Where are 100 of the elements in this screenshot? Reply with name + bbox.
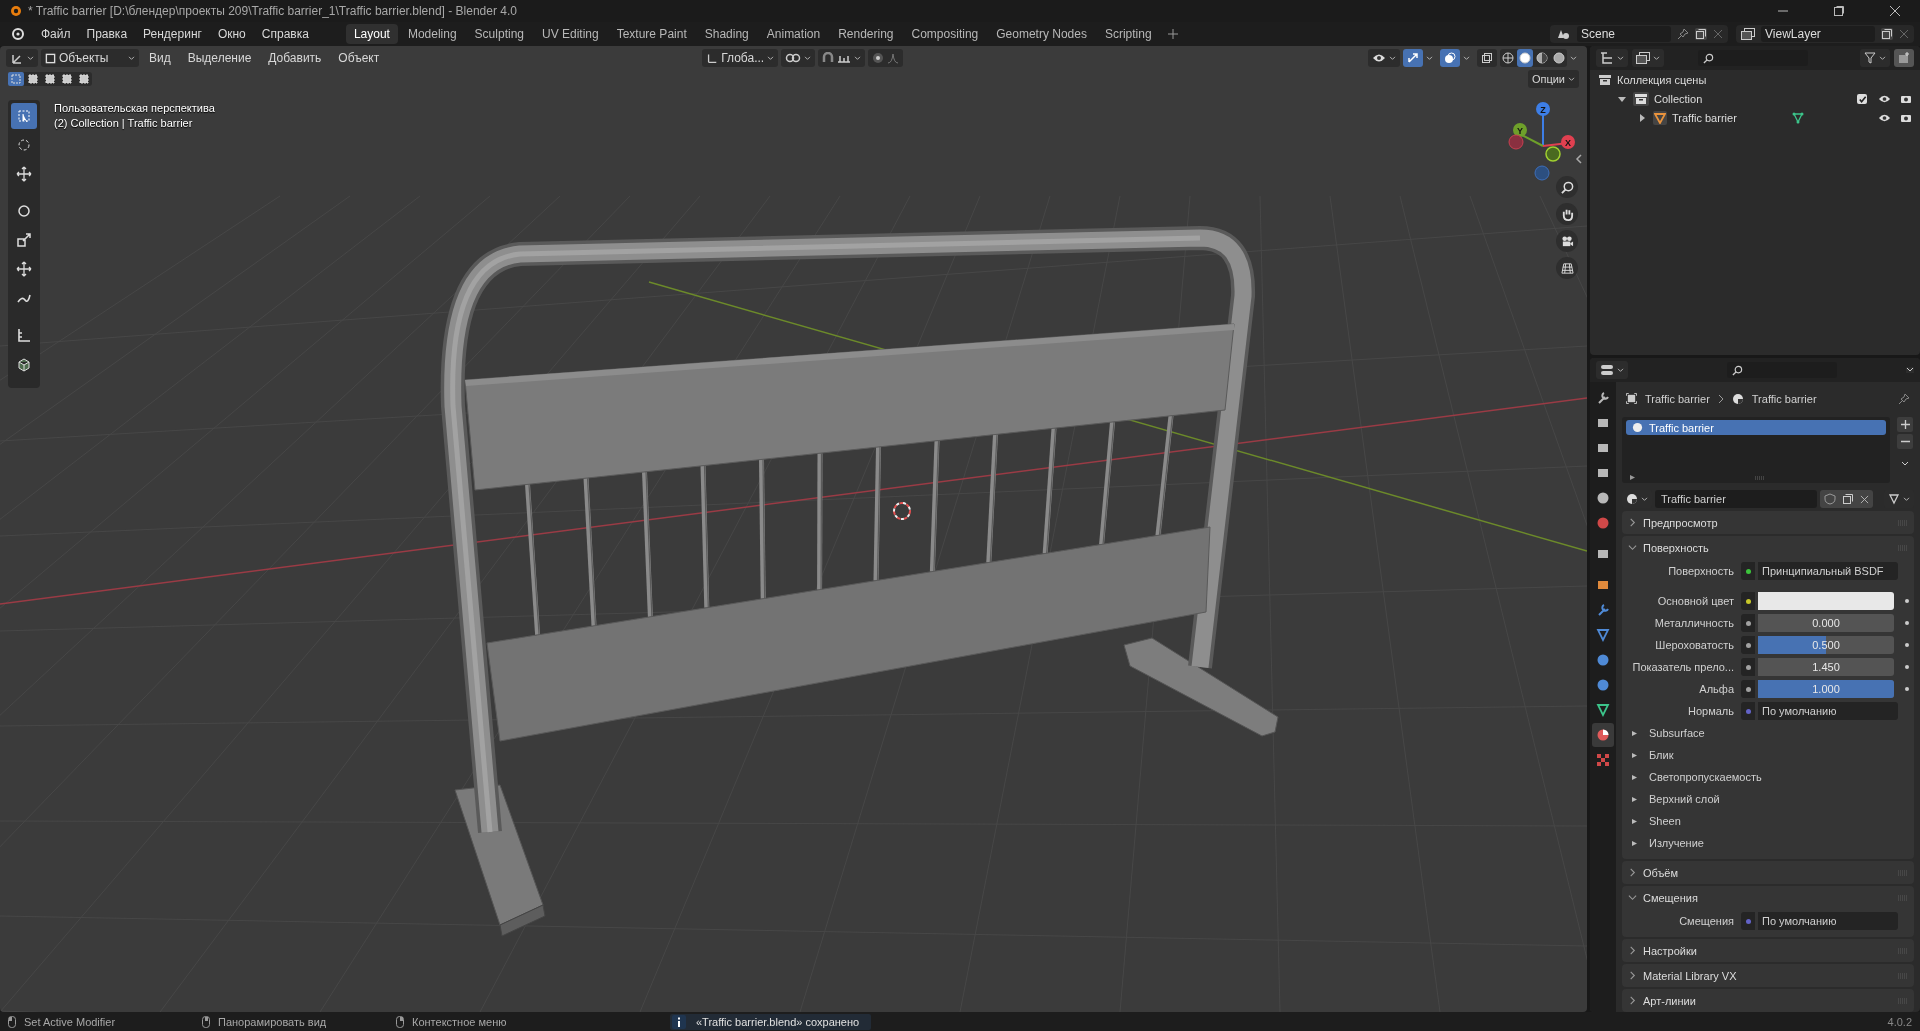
copy-icon[interactable] [1881, 28, 1893, 40]
subpanel-title[interactable]: Sheen [1649, 815, 1681, 827]
subpanel-title[interactable]: Светопропускаемость [1649, 771, 1762, 783]
caret-icon[interactable] [1901, 461, 1909, 468]
orientation-dropdown[interactable]: Глоба... [702, 49, 779, 67]
menu-item[interactable]: Окно [210, 25, 253, 43]
subpanel-title[interactable]: Блик [1649, 749, 1674, 761]
mode-dropdown[interactable]: Объекты [41, 49, 139, 67]
panel-header[interactable]: Смещения [1622, 886, 1914, 909]
selection-mode-icon[interactable] [76, 72, 92, 86]
play-icon[interactable] [1632, 818, 1637, 824]
workspace-tab[interactable]: Compositing [903, 24, 987, 44]
play-icon[interactable] [1632, 774, 1637, 780]
eye-icon[interactable] [1878, 113, 1891, 123]
outliner-item[interactable]: Collection [1654, 93, 1703, 105]
logo-icon[interactable] [10, 27, 24, 41]
keyframe-dot-icon[interactable] [1905, 687, 1909, 691]
display-mode-dropdown[interactable] [1596, 49, 1628, 67]
caret-icon[interactable] [1570, 55, 1577, 61]
linked-node-field[interactable]: По умолчанию [1758, 702, 1898, 720]
workspace-tab[interactable]: Animation [758, 24, 829, 44]
socket-button[interactable] [1741, 658, 1755, 676]
proportional-edit-toggle[interactable] [868, 49, 904, 67]
close-icon[interactable] [1889, 5, 1901, 17]
copy-icon[interactable] [1695, 28, 1707, 40]
panel-header[interactable]: Настройки [1622, 939, 1914, 962]
menu-item[interactable]: Вид [142, 49, 178, 67]
panel-header[interactable]: Объём [1622, 861, 1914, 884]
snap-toggle[interactable] [818, 49, 866, 67]
socket-button[interactable] [1741, 592, 1755, 610]
workspace-tab[interactable]: Geometry Nodes [988, 24, 1095, 44]
subpanel-title[interactable]: Верхний слой [1649, 793, 1720, 805]
play-icon[interactable] [1630, 475, 1635, 481]
checkbox[interactable] [1857, 94, 1867, 104]
add-icon[interactable] [1167, 29, 1178, 39]
menu-item[interactable]: Рендеринг [136, 25, 209, 43]
maximize-icon[interactable] [1833, 5, 1845, 17]
subpanel-title[interactable]: Subsurface [1649, 727, 1705, 739]
new-collection-button[interactable] [1894, 49, 1914, 67]
triangle-mesh-icon[interactable] [1791, 112, 1804, 124]
number-field[interactable]: 1.450 [1758, 658, 1894, 676]
wireframe-icon[interactable] [1500, 49, 1516, 67]
shaded-sphere-icon[interactable] [1551, 49, 1567, 67]
pin-icon[interactable] [1677, 28, 1689, 40]
workspace-tab[interactable]: Texture Paint [608, 24, 695, 44]
shield-icon[interactable] [1824, 493, 1836, 506]
grid-icon[interactable] [1556, 257, 1578, 279]
panel-header[interactable]: Предпросмотр [1622, 511, 1914, 534]
workspace-tab[interactable]: Shading [696, 24, 757, 44]
workspace-tab[interactable]: Layout [345, 24, 398, 44]
panel-header[interactable]: Material Library VX [1622, 964, 1914, 987]
menu-item[interactable]: Выделение [180, 49, 259, 67]
play-icon[interactable] [1632, 752, 1637, 758]
workspace-tab[interactable]: Rendering [830, 24, 902, 44]
material-slot[interactable]: Traffic barrier [1626, 420, 1886, 436]
panel-header[interactable]: Арт-линии [1622, 989, 1914, 1012]
editor-type-button[interactable] [6, 49, 38, 67]
menu-item[interactable]: Файл [34, 25, 78, 43]
workspace-tab[interactable]: Modeling [399, 24, 465, 44]
overlay-toggle[interactable] [1440, 49, 1460, 67]
hand-icon[interactable] [1556, 203, 1578, 225]
select-box-icon[interactable] [11, 103, 37, 129]
gizmo-toggle[interactable] [1403, 49, 1423, 67]
filter-dropdown[interactable] [1860, 49, 1890, 67]
socket-button[interactable] [1741, 680, 1755, 698]
subpanel-title[interactable]: Излучение [1649, 837, 1704, 849]
axis-gizmo-drawing[interactable] [1508, 102, 1575, 181]
play-icon[interactable] [1632, 730, 1637, 736]
color-swatch[interactable] [1758, 592, 1894, 610]
outliner-item[interactable]: Traffic barrier [1672, 112, 1737, 124]
caret-icon[interactable] [1906, 367, 1914, 373]
half-sphere-icon[interactable] [1534, 49, 1550, 67]
socket-button[interactable] [1741, 562, 1755, 580]
disclosure-triangle-icon[interactable] [1638, 114, 1646, 122]
menu-item[interactable]: Правка [79, 25, 135, 43]
workspace-tab[interactable]: Sculpting [466, 24, 532, 44]
pivot-dropdown[interactable] [781, 49, 816, 67]
solid-sphere-icon[interactable] [1517, 49, 1533, 67]
disclosure-triangle-icon[interactable] [1618, 95, 1626, 103]
number-slider[interactable]: 1.000 [1758, 680, 1894, 698]
xray-toggle[interactable] [1477, 49, 1497, 67]
menu-item[interactable]: Добавить [261, 49, 329, 67]
selection-mode-icon[interactable] [25, 72, 41, 86]
keyframe-dot-icon[interactable] [1905, 665, 1909, 669]
pin-icon[interactable] [1898, 392, 1910, 405]
menu-item[interactable]: Объект [331, 49, 387, 67]
visibility-dropdown[interactable] [1368, 49, 1400, 67]
linked-node-field[interactable]: Принципиальный BSDF [1758, 562, 1898, 580]
panel-header[interactable]: Поверхность [1622, 536, 1914, 559]
copy-icon[interactable] [1842, 493, 1854, 506]
keyframe-dot-icon[interactable] [1905, 599, 1909, 603]
keyframe-dot-icon[interactable] [1905, 621, 1909, 625]
search-field[interactable] [1698, 50, 1808, 66]
play-icon[interactable] [1632, 796, 1637, 802]
grip-icon[interactable] [1755, 475, 1765, 480]
caret-icon[interactable] [1426, 55, 1433, 61]
scene-selector[interactable]: Scene [1550, 25, 1728, 43]
number-field[interactable]: 0.000 [1758, 614, 1894, 632]
editor-type-button[interactable] [1596, 361, 1628, 379]
options-dropdown[interactable]: Опции [1527, 70, 1579, 88]
